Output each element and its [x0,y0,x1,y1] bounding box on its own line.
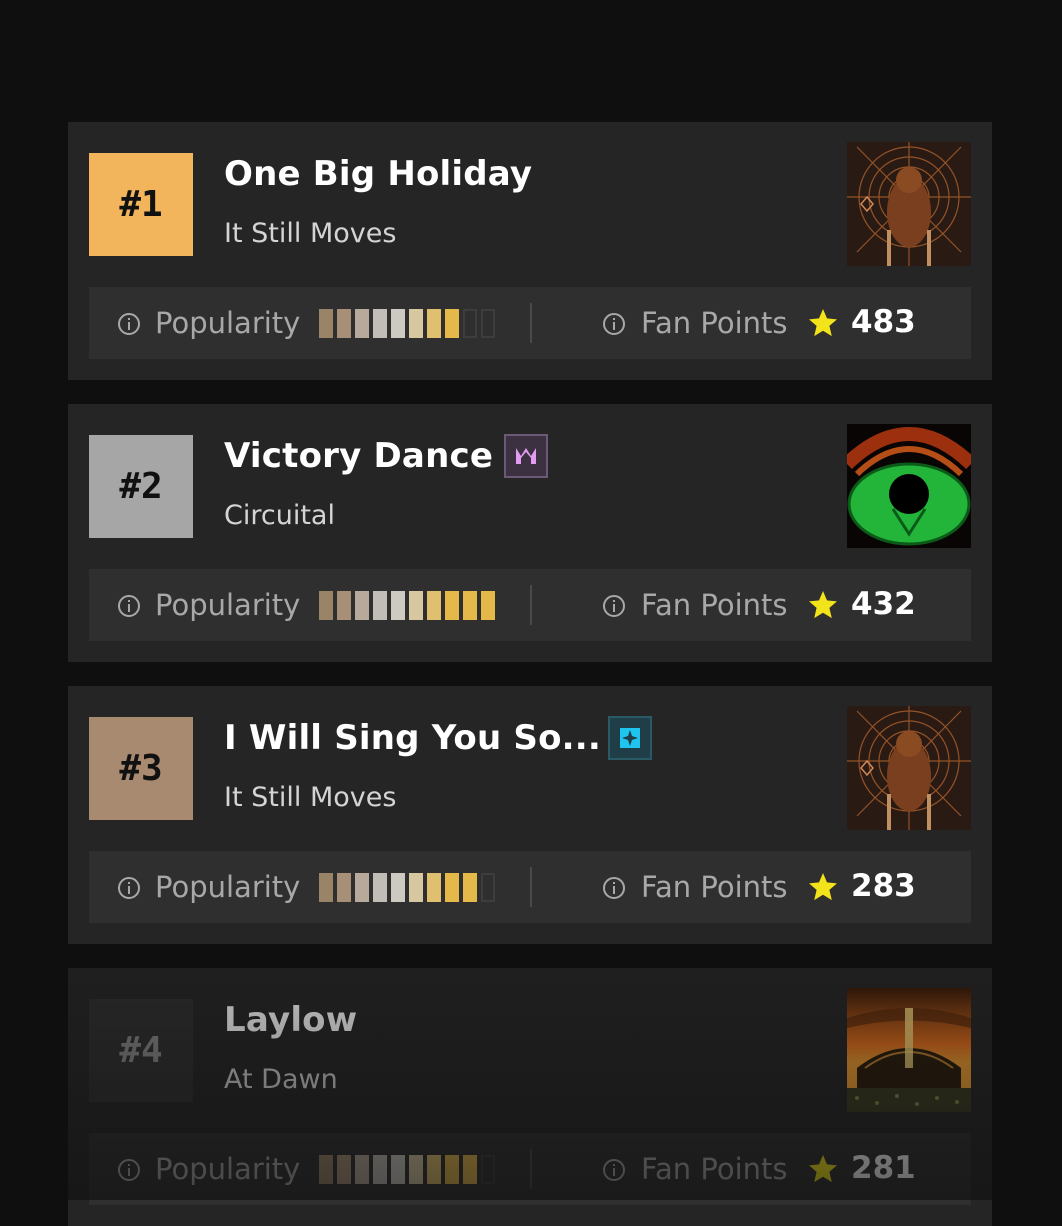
popularity-segment [463,591,477,620]
album-cover-bear[interactable] [847,706,971,830]
popularity-segment [355,1155,369,1184]
popularity-segment [481,591,495,620]
album-name[interactable]: At Dawn [224,1064,338,1095]
track-title[interactable]: Victory Dance [224,436,493,476]
info-icon[interactable] [117,876,141,900]
popularity-segment [373,591,387,620]
divider [530,303,532,343]
popularity-segment [409,591,423,620]
popularity-segment [337,309,351,338]
album-cover-green-eye[interactable] [847,424,971,548]
popularity-segment [373,873,387,902]
rank-badge: #2 [89,435,193,538]
info-icon[interactable] [602,312,626,336]
track-title[interactable]: I Will Sing You So... [224,718,601,758]
popularity-meter [319,1155,495,1184]
fan-points-value: 283 [851,868,916,904]
popularity-segment [427,591,441,620]
popularity-segment [355,873,369,902]
stats-bar: Popularity Fan Points 483 [89,287,971,359]
rank-badge: #3 [89,717,193,820]
popularity-segment [445,873,459,902]
popularity-segment [337,591,351,620]
popularity-segment [463,1155,477,1184]
star-icon [809,1155,837,1183]
popularity-segment [391,591,405,620]
popularity-segment [373,309,387,338]
popularity-segment [463,873,477,902]
fan-points-label: Fan Points [641,870,788,904]
star-icon [809,309,837,337]
popularity-segment [409,873,423,902]
popularity-meter [319,591,495,620]
popularity-segment [445,591,459,620]
popularity-meter [319,873,495,902]
album-name[interactable]: Circuital [224,500,335,531]
info-icon[interactable] [602,594,626,618]
popularity-segment [337,873,351,902]
fan-points-value: 432 [851,586,916,622]
stats-bar: Popularity Fan Points 281 [89,1133,971,1205]
popularity-segment [463,309,477,338]
crown-icon [504,434,548,478]
fan-points-value: 483 [851,304,916,340]
stats-bar: Popularity Fan Points 432 [89,569,971,641]
popularity-segment [355,309,369,338]
popularity-label: Popularity [155,306,301,340]
popularity-segment [445,309,459,338]
popularity-segment [481,309,495,338]
popularity-segment [319,873,333,902]
fan-points-label: Fan Points [641,588,788,622]
stats-bar: Popularity Fan Points 283 [89,851,971,923]
divider [530,867,532,907]
track-title[interactable]: Laylow [224,1000,357,1040]
track-card-2[interactable]: #2 Victory Dance Circuital Popularity Fa… [68,404,992,662]
fan-points-value: 281 [851,1150,916,1186]
popularity-segment [373,1155,387,1184]
star-icon [809,591,837,619]
rank-badge: #4 [89,999,193,1102]
popularity-segment [427,873,441,902]
popularity-label: Popularity [155,1152,301,1186]
info-icon[interactable] [117,1158,141,1182]
popularity-segment [337,1155,351,1184]
popularity-segment [481,873,495,902]
info-icon[interactable] [117,312,141,336]
popularity-segment [427,1155,441,1184]
popularity-segment [391,1155,405,1184]
popularity-segment [355,591,369,620]
popularity-segment [409,309,423,338]
popularity-segment [445,1155,459,1184]
popularity-segment [319,309,333,338]
divider [530,1149,532,1189]
album-name[interactable]: It Still Moves [224,218,396,249]
popularity-label: Popularity [155,588,301,622]
track-title[interactable]: One Big Holiday [224,154,532,194]
album-name[interactable]: It Still Moves [224,782,396,813]
popularity-label: Popularity [155,870,301,904]
popularity-segment [409,1155,423,1184]
track-card-4[interactable]: #4 Laylow At Dawn Popularity Fan Points … [68,968,992,1226]
rank-badge: #1 [89,153,193,256]
popularity-meter [319,309,495,338]
star-icon [809,873,837,901]
track-card-3[interactable]: #3 I Will Sing You So... It Still Moves … [68,686,992,944]
popularity-segment [319,1155,333,1184]
popularity-segment [427,309,441,338]
fan-points-label: Fan Points [641,1152,788,1186]
divider [530,585,532,625]
fan-points-label: Fan Points [641,306,788,340]
popularity-segment [391,873,405,902]
popularity-segment [319,591,333,620]
track-card-1[interactable]: #1 One Big Holiday It Still Moves Popula… [68,122,992,380]
album-cover-sunset[interactable] [847,988,971,1112]
popularity-segment [391,309,405,338]
info-icon[interactable] [602,1158,626,1182]
album-cover-bear[interactable] [847,142,971,266]
popularity-segment [481,1155,495,1184]
info-icon[interactable] [117,594,141,618]
sparkle-icon [608,716,652,760]
info-icon[interactable] [602,876,626,900]
